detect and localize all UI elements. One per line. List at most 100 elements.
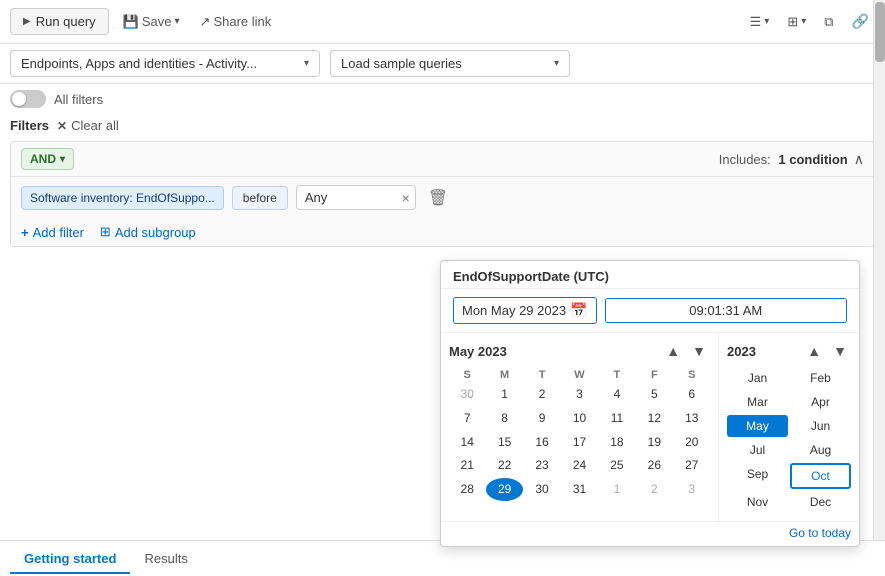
day-header-w: W (561, 367, 597, 383)
any-clear-button[interactable]: × (402, 190, 410, 206)
calendar-day-14[interactable]: 13 (674, 407, 710, 430)
list-view-button[interactable]: ☰ ▾ (744, 10, 776, 34)
calendar-day-33[interactable]: 1 (599, 478, 635, 501)
date-input-field[interactable]: Mon May 29 2023 📅 (453, 297, 597, 324)
calendar-day-2[interactable]: 1 (486, 383, 522, 406)
tab-getting-started-label: Getting started (24, 551, 116, 566)
sample-queries-dropdown[interactable]: Load sample queries ▾ (330, 50, 570, 77)
and-badge[interactable]: AND ▾ (21, 148, 74, 170)
calendar-day-17[interactable]: 16 (524, 431, 560, 454)
add-subgroup-label: Add subgroup (115, 225, 196, 240)
year-months-grid: JanFebMarAprMayJunJulAugSepOctNovDec (727, 367, 851, 513)
go-today-button[interactable]: Go to today (789, 526, 851, 540)
calendar-day-25[interactable]: 24 (561, 454, 597, 477)
year-month-nov[interactable]: Nov (727, 491, 788, 513)
save-chevron-icon: ▾ (175, 16, 180, 27)
any-input[interactable] (296, 185, 416, 210)
any-input-wrap: × (296, 185, 416, 210)
clear-all-x-icon: ✕ (57, 119, 67, 133)
before-chip[interactable]: before (232, 186, 288, 210)
time-input[interactable] (605, 298, 847, 323)
save-button[interactable]: 💾 Save ▾ (117, 10, 186, 34)
calendar-day-18[interactable]: 17 (561, 431, 597, 454)
year-month-jan[interactable]: Jan (727, 367, 788, 389)
grid-icon: ⊞ (787, 14, 798, 30)
year-month-sep[interactable]: Sep (727, 463, 788, 489)
link-icon: 🔗 (852, 13, 869, 30)
calendar-day-19[interactable]: 18 (599, 431, 635, 454)
calendar-day-11[interactable]: 10 (561, 407, 597, 430)
calendar-day-7[interactable]: 6 (674, 383, 710, 406)
toolbar-right: ☰ ▾ ⊞ ▾ ⧉ 🔗 (744, 9, 875, 34)
month-down-button[interactable]: ▼ (688, 341, 710, 361)
clear-all-button[interactable]: ✕ Clear all (57, 118, 119, 133)
calendar-day-29[interactable]: 28 (449, 478, 485, 501)
year-month-feb[interactable]: Feb (790, 367, 851, 389)
year-month-oct[interactable]: Oct (790, 463, 851, 489)
calendar-day-1[interactable]: 30 (449, 383, 485, 406)
calendar-day-16[interactable]: 15 (486, 431, 522, 454)
calendar-day-30[interactable]: 29 (486, 478, 522, 501)
scrollbar-thumb[interactable] (875, 2, 885, 62)
tab-getting-started[interactable]: Getting started (10, 545, 130, 574)
year-month-may[interactable]: May (727, 415, 788, 437)
tab-results[interactable]: Results (130, 545, 201, 574)
delete-condition-button[interactable]: 🗑 (424, 186, 452, 210)
calendar-day-6[interactable]: 5 (636, 383, 672, 406)
includes-text: Includes: 1 condition (719, 152, 848, 167)
year-month-mar[interactable]: Mar (727, 391, 788, 413)
add-subgroup-button[interactable]: ⊞ Add subgroup (100, 224, 196, 240)
month-up-button[interactable]: ▲ (662, 341, 684, 361)
calendar-day-8[interactable]: 7 (449, 407, 485, 430)
source-dropdown-label: Endpoints, Apps and identities - Activit… (21, 56, 257, 71)
calendar-day-22[interactable]: 21 (449, 454, 485, 477)
calendar-day-35[interactable]: 3 (674, 478, 710, 501)
condition-chip[interactable]: Software inventory: EndOfSuppo... (21, 186, 224, 210)
sample-chevron-icon: ▾ (554, 58, 559, 69)
allfilters-toggle[interactable] (10, 90, 46, 108)
year-month-aug[interactable]: Aug (790, 439, 851, 461)
filters-bar: Filters ✕ Clear all (0, 114, 885, 137)
calendar-day-27[interactable]: 26 (636, 454, 672, 477)
list-chevron-icon: ▾ (764, 16, 769, 27)
toggle-knob (12, 92, 26, 106)
add-subgroup-icon: ⊞ (100, 224, 111, 240)
year-down-button[interactable]: ▼ (829, 341, 851, 361)
calendar-day-28[interactable]: 27 (674, 454, 710, 477)
calendar-day-4[interactable]: 3 (561, 383, 597, 406)
calendar-day-21[interactable]: 20 (674, 431, 710, 454)
run-query-button[interactable]: ▶ Run query (10, 8, 109, 35)
calendar-day-24[interactable]: 23 (524, 454, 560, 477)
scrollbar[interactable] (873, 0, 885, 576)
calendar-day-12[interactable]: 11 (599, 407, 635, 430)
collapse-button[interactable]: ∧ (854, 151, 864, 168)
calendar-day-23[interactable]: 22 (486, 454, 522, 477)
copy-button[interactable]: ⧉ (818, 10, 839, 34)
year-month-jul[interactable]: Jul (727, 439, 788, 461)
year-month-jun[interactable]: Jun (790, 415, 851, 437)
calendar-day-31[interactable]: 30 (524, 478, 560, 501)
calendar-day-34[interactable]: 2 (636, 478, 672, 501)
go-today-row: Go to today (441, 521, 859, 546)
calendar-day-15[interactable]: 14 (449, 431, 485, 454)
calendar-day-9[interactable]: 8 (486, 407, 522, 430)
add-filter-button[interactable]: + Add filter (21, 225, 84, 240)
condition-row: Software inventory: EndOfSuppo... before… (11, 177, 874, 218)
calendar-day-10[interactable]: 9 (524, 407, 560, 430)
calendar-day-5[interactable]: 4 (599, 383, 635, 406)
save-label: Save (142, 14, 172, 29)
year-month-dec[interactable]: Dec (790, 491, 851, 513)
share-link-button[interactable]: ↗ Share link (194, 10, 278, 34)
calendar-day-26[interactable]: 25 (599, 454, 635, 477)
sample-queries-label: Load sample queries (341, 56, 462, 71)
calendar-day-13[interactable]: 12 (636, 407, 672, 430)
calendar-day-20[interactable]: 19 (636, 431, 672, 454)
calendar-day-32[interactable]: 31 (561, 478, 597, 501)
link-button[interactable]: 🔗 (846, 9, 875, 34)
allfilters-row: All filters (0, 84, 885, 114)
grid-view-button[interactable]: ⊞ ▾ (781, 10, 812, 34)
source-dropdown[interactable]: Endpoints, Apps and identities - Activit… (10, 50, 320, 77)
year-up-button[interactable]: ▲ (803, 341, 825, 361)
year-month-apr[interactable]: Apr (790, 391, 851, 413)
calendar-day-3[interactable]: 2 (524, 383, 560, 406)
